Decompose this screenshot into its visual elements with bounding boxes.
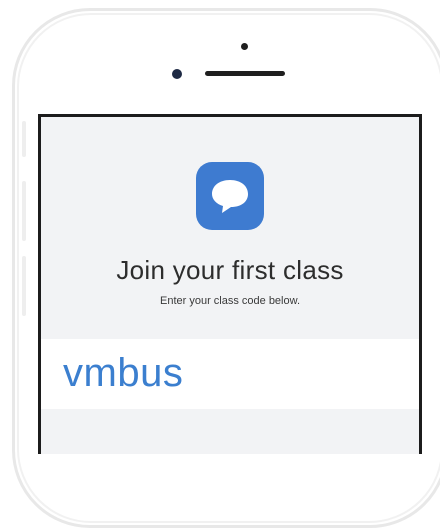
app-screen: Join your first class Enter your class c… [38, 114, 422, 454]
page-subtitle: Enter your class code below. [159, 295, 301, 307]
app-logo [196, 162, 264, 230]
volume-down-button [22, 256, 26, 316]
side-button [22, 121, 26, 157]
front-camera [172, 69, 182, 79]
page-title: Join your first class [116, 255, 344, 285]
earpiece-speaker [205, 71, 285, 76]
class-code-value: vmbus [63, 351, 184, 395]
volume-up-button [22, 181, 26, 241]
speech-bubble-icon [212, 180, 248, 213]
class-code-input[interactable]: vmbus [41, 339, 419, 409]
sensor-dot [241, 43, 248, 50]
